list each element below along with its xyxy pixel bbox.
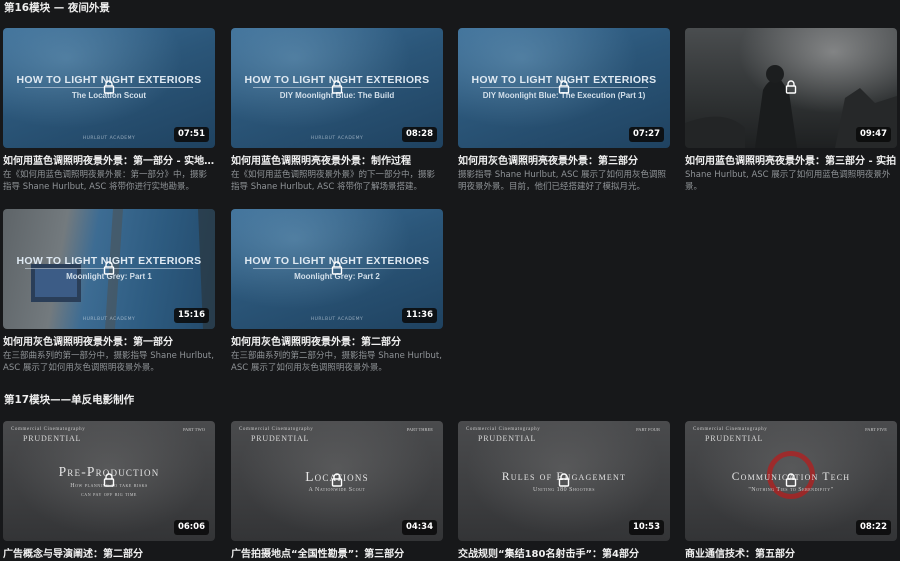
video-card[interactable]: HOW TO LIGHT NIGHT EXTERIORS Moonlight G… — [3, 209, 215, 374]
video-title[interactable]: 商业通信技术：第五部分 — [685, 548, 897, 561]
lock-icon — [331, 473, 343, 487]
video-card[interactable]: HOW TO LIGHT NIGHT EXTERIORS DIY Moonlig… — [458, 28, 670, 193]
lock-icon — [331, 80, 343, 94]
lock-icon — [785, 80, 797, 94]
video-title[interactable]: 如何用蓝色调照明夜景外景：第一部分 - 实地勘景 — [3, 155, 215, 168]
video-title[interactable]: 如何用灰色调照明夜景外景：第二部分 — [231, 336, 443, 349]
thumbnail-part: PART FIVE — [865, 427, 887, 432]
video-description: 在三部曲系列的第一部分中，摄影指导 Shane Hurlbut, ASC 展示了… — [3, 351, 214, 373]
duration-badge: 11:36 — [401, 308, 437, 323]
video-title[interactable]: 如何用蓝色调照明亮夜景外景：第三部分 - 实拍 — [685, 155, 897, 168]
video-title[interactable]: 交战规则“集结180名射击手”：第4部分 — [458, 548, 670, 561]
video-card[interactable]: HOW TO LIGHT NIGHT EXTERIORS DIY Moonlig… — [231, 28, 443, 193]
thumbnail-kicker: Commercial Cinematography — [466, 427, 541, 432]
thumbnail-brand: PRUDENTIAL — [478, 434, 537, 443]
lock-icon — [558, 80, 570, 94]
duration-badge: 09:47 — [855, 127, 891, 142]
thumbnail-brand: PRUDENTIAL — [705, 434, 764, 443]
video-title[interactable]: 如何用灰色调照明亮夜景外景：第三部分 — [458, 155, 670, 168]
video-title[interactable]: 如何用灰色调照明夜景外景：第一部分 — [3, 336, 215, 349]
lock-icon — [103, 80, 115, 94]
video-card[interactable]: Commercial Cinematography PRUDENTIAL PAR… — [458, 421, 670, 561]
video-card[interactable]: Commercial Cinematography PRUDENTIAL PAR… — [231, 421, 443, 561]
video-description: 在《如何用蓝色调照明夜景外景》的下一部分中，摄影指导 Shane Hurlbut… — [231, 170, 436, 192]
duration-badge: 06:06 — [173, 520, 209, 535]
video-description: Shane Hurlbut, ASC 展示了如何用蓝色调照明夜景外景。 — [685, 170, 891, 192]
video-description: 在三部曲系列的第二部分中，摄影指导 Shane Hurlbut, ASC 展示了… — [231, 351, 442, 373]
video-thumbnail[interactable]: HOW TO LIGHT NIGHT EXTERIORS DIY Moonlig… — [458, 28, 670, 148]
video-card[interactable]: HOW TO LIGHT NIGHT EXTERIORS Moonlight G… — [231, 209, 443, 374]
video-thumbnail[interactable]: Commercial Cinematography PRUDENTIAL PAR… — [685, 421, 897, 541]
video-thumbnail[interactable]: HOW TO LIGHT NIGHT EXTERIORS Moonlight G… — [231, 209, 443, 329]
thumbnail-kicker: Commercial Cinematography — [11, 427, 86, 432]
video-thumbnail[interactable]: Commercial Cinematography PRUDENTIAL PAR… — [3, 421, 215, 541]
duration-badge: 07:51 — [173, 127, 209, 142]
video-description: 摄影指导 Shane Hurlbut, ASC 展示了如何用灰色调照明夜景外景。… — [458, 170, 667, 192]
video-thumbnail[interactable]: Commercial Cinematography PRUDENTIAL PAR… — [231, 421, 443, 541]
lock-icon — [558, 473, 570, 487]
duration-badge: 07:27 — [628, 127, 664, 142]
video-card[interactable]: Commercial Cinematography PRUDENTIAL PAR… — [685, 421, 897, 561]
thumbnail-subtitle: A Nationwide Scout — [308, 487, 366, 493]
duration-badge: 10:53 — [628, 520, 664, 535]
thumbnail-subtitle: "Nothing Ties to Serendipity" — [748, 487, 834, 493]
lock-icon — [331, 261, 343, 275]
video-title[interactable]: 广告拍摄地点“全国性勘景”：第三部分 — [231, 548, 443, 561]
video-thumbnail[interactable]: 09:47 — [685, 28, 897, 148]
thumbnail-subtitle-2: can pay off big time — [81, 492, 137, 498]
lock-icon — [103, 473, 115, 487]
lock-icon — [103, 261, 115, 275]
thumbnail-part: PART TWO — [182, 427, 205, 432]
lock-icon — [785, 473, 797, 487]
video-card[interactable]: HOW TO LIGHT NIGHT EXTERIORS The Locatio… — [3, 28, 215, 193]
thumbnail-brand: PRUDENTIAL — [23, 434, 82, 443]
video-thumbnail[interactable]: HOW TO LIGHT NIGHT EXTERIORS Moonlight G… — [3, 209, 215, 329]
thumbnail-kicker: Commercial Cinematography — [693, 427, 768, 432]
video-title[interactable]: 如何用蓝色调照明亮夜景外景：制作过程 — [231, 155, 443, 168]
duration-badge: 04:34 — [401, 520, 437, 535]
video-card[interactable]: Commercial Cinematography PRUDENTIAL PAR… — [3, 421, 215, 561]
video-thumbnail[interactable]: HOW TO LIGHT NIGHT EXTERIORS The Locatio… — [3, 28, 215, 148]
video-card[interactable]: 09:47 如何用蓝色调照明亮夜景外景：第三部分 - 实拍 Shane Hurl… — [685, 28, 897, 193]
video-description: 在《如何用蓝色调照明夜景外景：第一部分》中，摄影指导 Shane Hurlbut… — [3, 170, 208, 192]
video-thumbnail[interactable]: Commercial Cinematography PRUDENTIAL PAR… — [458, 421, 670, 541]
duration-badge: 08:28 — [401, 127, 437, 142]
video-title[interactable]: 广告概念与导演阐述：第二部分 — [3, 548, 215, 561]
module-title: 第16模块 — 夜间外景 — [4, 2, 110, 14]
duration-badge: 15:16 — [173, 308, 209, 323]
thumbnail-subtitle: Uniting 180 Shooters — [533, 487, 595, 493]
module-title: 第17模块——单反电影制作 — [4, 394, 135, 406]
thumbnail-kicker: Commercial Cinematography — [239, 427, 314, 432]
thumbnail-brand: PRUDENTIAL — [251, 434, 310, 443]
thumbnail-part: PART THREE — [406, 427, 433, 432]
video-thumbnail[interactable]: HOW TO LIGHT NIGHT EXTERIORS DIY Moonlig… — [231, 28, 443, 148]
thumbnail-part: PART FOUR — [636, 427, 660, 432]
duration-badge: 08:22 — [855, 520, 891, 535]
